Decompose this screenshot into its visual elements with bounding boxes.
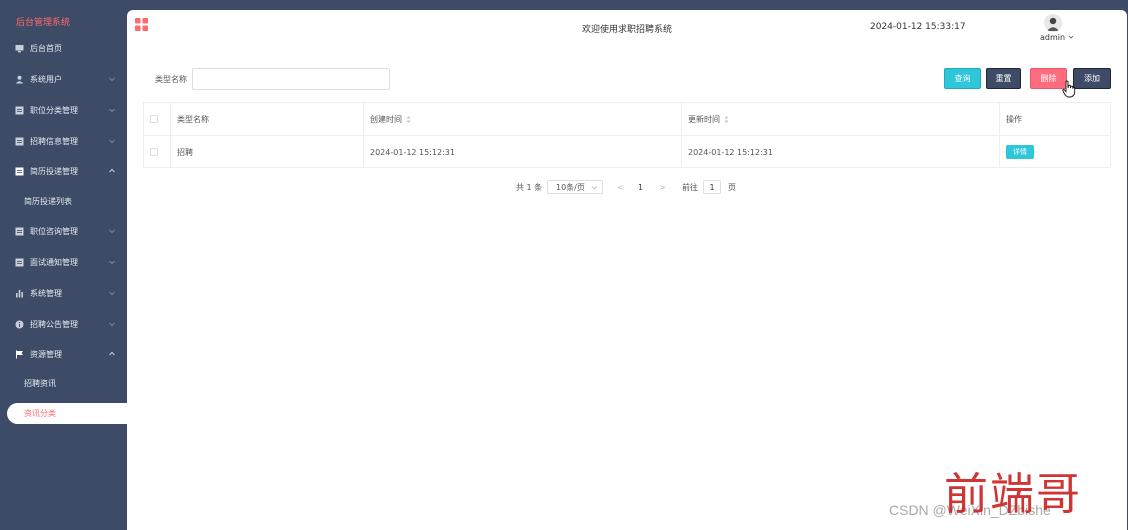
list-icon — [15, 106, 24, 115]
sidebar-subitem-label: 招聘资讯 — [24, 378, 56, 388]
cell-updated-time: 2024-01-12 15:12:31 — [682, 136, 1000, 168]
info-icon — [15, 320, 24, 329]
main-panel: 欢迎使用求职招聘系统 2024-01-12 15:33:17 admin 类型名… — [127, 10, 1127, 530]
sidebar-title: 后台管理系统 — [16, 18, 71, 28]
sidebar-subitem-news-category[interactable]: 资讯分类 — [7, 403, 127, 424]
type-name-input[interactable] — [192, 68, 390, 90]
grid-menu-icon[interactable] — [135, 18, 148, 31]
chevron-down-icon — [591, 186, 598, 190]
list-icon — [15, 227, 24, 236]
sidebar-item-label: 面试通知管理 — [30, 257, 78, 267]
cell-created-time: 2024-01-12 15:12:31 — [364, 136, 682, 168]
sidebar-item-label: 职位分类管理 — [30, 105, 78, 115]
page-number-current[interactable]: 1 — [638, 180, 643, 194]
chevron-down-icon — [109, 229, 115, 234]
chevron-up-icon — [109, 168, 115, 173]
sidebar-item-interview-notice[interactable]: 面试通知管理 — [0, 251, 127, 273]
sidebar-item-resource-manage[interactable]: 资源管理 — [0, 343, 127, 365]
hand-cursor-icon — [1062, 80, 1076, 98]
header-label: 创建时间 — [370, 114, 402, 124]
sort-icon[interactable] — [724, 115, 729, 124]
chevron-down-icon — [109, 108, 115, 113]
header-label: 更新时间 — [688, 114, 720, 124]
page-size-value: 10条/页 — [556, 182, 585, 192]
sidebar-item-job-category[interactable]: 职位分类管理 — [0, 99, 127, 121]
sidebar-item-announcement[interactable]: 招聘公告管理 — [0, 313, 127, 335]
flag-icon — [15, 350, 24, 359]
chevron-down-icon — [1068, 35, 1073, 39]
sort-icon[interactable] — [406, 115, 411, 124]
header-actions: 操作 — [1006, 114, 1022, 124]
chevron-down-icon — [109, 260, 115, 265]
chevron-down-icon — [109, 322, 115, 327]
sidebar-item-label: 招聘信息管理 — [30, 136, 78, 146]
monitor-icon — [15, 44, 24, 53]
filter-label: 类型名称 — [155, 75, 187, 84]
user-icon — [15, 75, 24, 84]
header-select-cell[interactable] — [144, 103, 171, 135]
sidebar-item-label: 后台首页 — [30, 43, 62, 53]
bar-chart-icon — [15, 289, 24, 298]
avatar[interactable] — [1044, 14, 1062, 32]
header-created-time[interactable]: 创建时间 — [364, 103, 682, 135]
sidebar-item-system-manage[interactable]: 系统管理 — [0, 282, 127, 304]
avatar-user-icon — [1047, 17, 1059, 31]
chevron-up-icon — [109, 351, 115, 356]
sidebar-item-recruitment-info[interactable]: 招聘信息管理 — [0, 130, 127, 152]
chevron-down-icon — [109, 77, 115, 82]
user-menu[interactable]: admin — [1040, 33, 1074, 42]
goto-page-input[interactable]: 1 — [703, 180, 721, 194]
sidebar-item-system-users[interactable]: 系统用户 — [0, 68, 127, 90]
welcome-text: 欢迎使用求职招聘系统 — [582, 25, 673, 35]
sidebar-item-label: 职位咨询管理 — [30, 226, 78, 236]
add-button[interactable]: 添加 — [1073, 68, 1111, 89]
category-table: 类型名称 创建时间 更新时间 操作 招聘 2024-01-12 15:12:31… — [143, 102, 1111, 168]
row-select-cell[interactable] — [144, 136, 171, 168]
username: admin — [1040, 33, 1066, 42]
next-page-button[interactable]: > — [659, 180, 666, 194]
sidebar-item-label: 资源管理 — [30, 349, 62, 359]
select-all-checkbox[interactable] — [150, 115, 158, 123]
list-icon — [15, 167, 24, 176]
reset-button[interactable]: 重置 — [986, 68, 1021, 89]
row-checkbox[interactable] — [150, 148, 158, 156]
sidebar-subitem-resume-list[interactable]: 简历投递列表 — [0, 190, 127, 212]
chevron-down-icon — [109, 139, 115, 144]
pagination-total: 共 1 条 — [516, 182, 543, 192]
query-button[interactable]: 查询 — [944, 68, 981, 89]
sidebar-subitem-recruit-news[interactable]: 招聘资讯 — [0, 372, 127, 394]
sidebar-item-home[interactable]: 后台首页 — [0, 37, 127, 59]
chevron-down-icon — [109, 291, 115, 296]
current-datetime: 2024-01-12 15:33:17 — [870, 22, 966, 32]
sidebar-item-resume-delivery[interactable]: 简历投递管理 — [0, 160, 127, 182]
list-icon — [15, 258, 24, 267]
prev-page-button[interactable]: < — [617, 180, 624, 194]
sidebar-subitem-label: 资讯分类 — [24, 409, 56, 418]
cell-actions: 详情 — [1000, 136, 1110, 168]
goto-label: 前往 — [682, 182, 698, 192]
sidebar: 后台管理系统 后台首页 系统用户 职位分类管理 招聘信息管理 简历投递管理 简历… — [0, 0, 127, 530]
header-updated-time[interactable]: 更新时间 — [682, 103, 1000, 135]
cell-type-name: 招聘 — [171, 136, 364, 168]
list-icon — [15, 137, 24, 146]
sidebar-item-job-consult[interactable]: 职位咨询管理 — [0, 220, 127, 242]
page-unit-label: 页 — [728, 182, 736, 192]
detail-button[interactable]: 详情 — [1006, 145, 1034, 159]
sidebar-item-label: 招聘公告管理 — [30, 319, 78, 329]
brand-watermark: 前端哥 — [944, 469, 1082, 520]
sidebar-item-label: 系统管理 — [30, 288, 62, 298]
page-size-select[interactable]: 10条/页 — [547, 180, 603, 194]
sidebar-item-label: 简历投递管理 — [30, 166, 78, 176]
sidebar-subitem-label: 简历投递列表 — [24, 196, 72, 206]
header-type-name: 类型名称 — [171, 103, 364, 135]
sidebar-item-label: 系统用户 — [30, 74, 62, 84]
